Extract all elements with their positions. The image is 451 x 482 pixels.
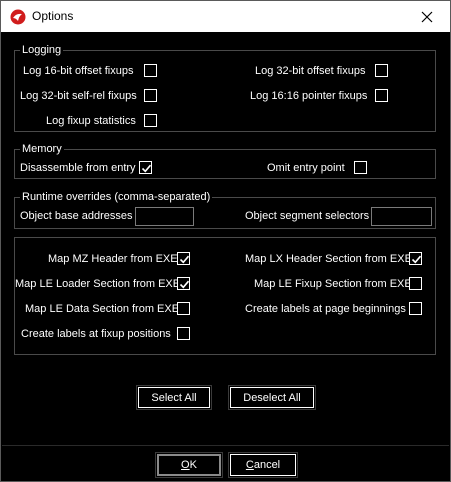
cancel-accelerator: C (245, 459, 254, 471)
map-le-loader-checkbox[interactable] (177, 277, 190, 290)
map-lx-header-label: Map LX Header Section from EXE (245, 253, 412, 265)
cancel-label-rest: ancel (253, 459, 281, 471)
window-title: Options (32, 9, 74, 23)
omit-entry-checkbox[interactable] (354, 161, 367, 174)
omit-entry-label: Omit entry point (267, 162, 345, 174)
log-32bit-offset-checkbox[interactable] (375, 64, 388, 77)
log-16bit-offset-label: Log 16-bit offset fixups (23, 65, 134, 77)
ok-accelerator: O (181, 459, 190, 471)
logging-legend: Logging (20, 43, 64, 57)
segment-selectors-label: Object segment selectors (245, 210, 370, 222)
cancel-button[interactable]: Cancel (228, 452, 298, 478)
app-icon (10, 9, 26, 25)
log-16bit-offset-checkbox[interactable] (144, 64, 157, 77)
base-addresses-label: Object base addresses (20, 210, 133, 222)
map-le-fixup-checkbox[interactable] (409, 277, 422, 290)
dialog-footer (1, 446, 450, 481)
labels-fixup-label: Create labels at fixup positions (21, 328, 171, 340)
log-32bit-offset-label: Log 32-bit offset fixups (255, 65, 366, 77)
labels-page-label: Create labels at page beginnings (245, 303, 406, 315)
map-mz-header-label: Map MZ Header from EXE (48, 253, 178, 265)
log-32bit-selfrel-label: Log 32-bit self-rel fixups (20, 90, 137, 102)
log-1616-pointer-checkbox[interactable] (375, 89, 388, 102)
segment-selectors-input[interactable] (371, 207, 432, 226)
deselect-all-button[interactable]: Deselect All (228, 385, 316, 410)
checkmark-icon (179, 280, 190, 289)
base-addresses-input[interactable] (135, 207, 194, 226)
labels-page-checkbox[interactable] (409, 302, 422, 315)
ok-button[interactable]: OK (155, 452, 223, 478)
log-fixup-stats-checkbox[interactable] (144, 114, 157, 127)
ok-label-rest: K (189, 459, 197, 471)
map-le-data-checkbox[interactable] (177, 302, 190, 315)
runtime-overrides-legend: Runtime overrides (comma-separated) (20, 190, 213, 204)
disassemble-entry-label: Disassemble from entry (20, 162, 136, 174)
labels-fixup-checkbox[interactable] (177, 327, 190, 340)
checkmark-icon (411, 255, 422, 264)
map-le-fixup-label: Map LE Fixup Section from EXE (254, 278, 412, 290)
checkmark-icon (179, 255, 190, 264)
map-le-loader-label: Map LE Loader Section from EXE (15, 278, 181, 290)
title-bar[interactable]: Options (1, 1, 450, 32)
map-mz-header-checkbox[interactable] (177, 252, 190, 265)
disassemble-entry-checkbox[interactable] (139, 161, 152, 174)
log-fixup-stats-label: Log fixup statistics (46, 115, 136, 127)
log-32bit-selfrel-checkbox[interactable] (144, 89, 157, 102)
checkmark-icon (141, 164, 152, 173)
options-dialog: Options Logging Log 16-bit offset fixups… (0, 0, 451, 482)
close-icon[interactable] (421, 11, 433, 23)
close-button[interactable] (404, 1, 450, 32)
select-all-button[interactable]: Select All (136, 385, 212, 410)
memory-legend: Memory (20, 142, 64, 156)
log-1616-pointer-label: Log 16:16 pointer fixups (250, 90, 368, 102)
map-le-data-label: Map LE Data Section from EXE (25, 303, 180, 315)
map-lx-header-checkbox[interactable] (409, 252, 422, 265)
